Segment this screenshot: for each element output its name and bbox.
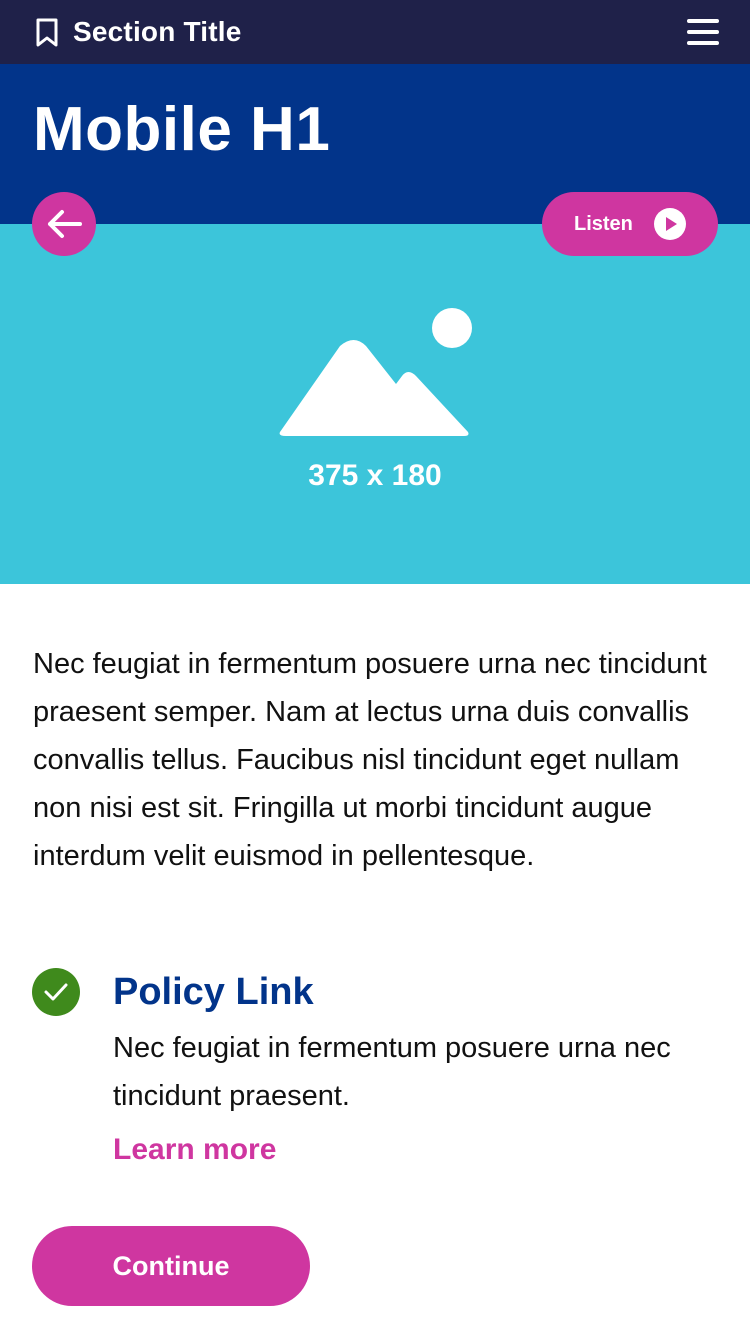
policy-description: Nec feugiat in fermentum posuere urna ne… (113, 1032, 671, 1112)
back-button[interactable] (32, 192, 96, 256)
continue-button[interactable]: Continue (32, 1226, 310, 1306)
bookmark-icon[interactable] (34, 18, 60, 48)
check-circle-icon (32, 968, 80, 1016)
top-bar: Section Title (0, 0, 750, 64)
menu-icon[interactable] (686, 16, 720, 48)
hero-image-placeholder: 375 x 180 (0, 224, 750, 584)
listen-button[interactable]: Listen (542, 192, 718, 256)
learn-more-link[interactable]: Learn more (113, 1128, 276, 1172)
image-icon (279, 308, 472, 436)
arrow-left-icon (48, 210, 82, 238)
listen-label: Listen (574, 213, 633, 235)
image-dimensions-label: 375 x 180 (308, 459, 442, 492)
body-paragraph: Nec feugiat in fermentum posuere urna ne… (33, 648, 707, 872)
policy-link-title[interactable]: Policy Link (113, 966, 314, 1018)
page-title: Mobile H1 (33, 95, 331, 164)
play-icon (654, 208, 686, 240)
section-title: Section Title (73, 16, 242, 47)
